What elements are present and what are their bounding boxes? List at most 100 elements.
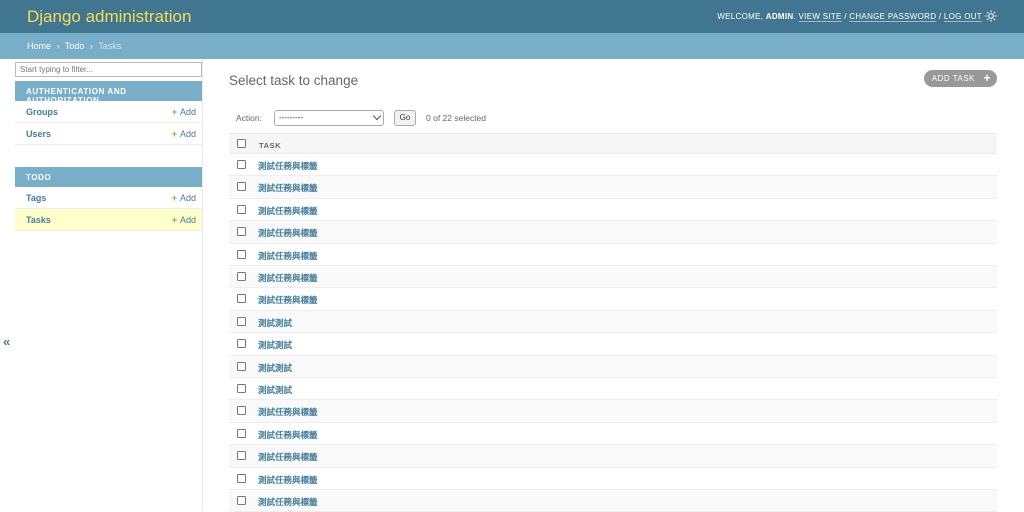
table-header: TASK xyxy=(229,133,997,154)
breadcrumb-separator: › xyxy=(89,41,93,51)
task-link[interactable]: 測試任務與標籤 xyxy=(258,182,318,194)
sidebar-item-users[interactable]: Users + Add xyxy=(15,123,202,145)
table-row: 測試任務與標籤 xyxy=(229,199,997,222)
app-caption-todo[interactable]: TODO xyxy=(15,167,202,187)
task-link[interactable]: 測試任務與標籤 xyxy=(258,474,318,486)
row-checkbox[interactable] xyxy=(237,160,246,169)
sidebar-nav: AUTHENTICATION AND AUTHORIZATION Groups … xyxy=(0,59,203,511)
welcome-text: WELCOME, xyxy=(717,12,766,21)
task-link[interactable]: 測試任務與標籤 xyxy=(258,160,318,172)
header: Django administration WELCOME, ADMIN. VI… xyxy=(0,0,1024,33)
action-select[interactable]: --------- xyxy=(274,110,384,126)
table-row: 測試任務與標籤 xyxy=(229,266,997,289)
task-link[interactable]: 測試任務與標籤 xyxy=(258,496,318,508)
plus-icon: + xyxy=(171,129,177,139)
plus-icon: + xyxy=(983,71,991,85)
action-label: Action: xyxy=(236,113,262,123)
row-checkbox[interactable] xyxy=(237,227,246,237)
add-users-link[interactable]: + Add xyxy=(172,129,196,139)
table-row: 測試任務與標籤 xyxy=(229,423,997,446)
plus-icon: + xyxy=(171,193,177,203)
table-row: 測試任務與標籤 xyxy=(229,221,997,244)
table-row: 測試測試 xyxy=(229,333,997,356)
add-groups-link[interactable]: + Add xyxy=(172,107,196,117)
task-link[interactable]: 測試任務與標籤 xyxy=(258,294,318,306)
select-all-checkbox[interactable] xyxy=(237,139,246,148)
task-link[interactable]: 測試任務與標籤 xyxy=(258,429,318,441)
welcome-suffix: . xyxy=(793,12,797,21)
row-checkbox[interactable] xyxy=(237,249,246,259)
row-checkbox[interactable] xyxy=(237,451,246,461)
breadcrumb-home[interactable]: Home xyxy=(27,41,51,51)
table-row: 測試任務與標籤 xyxy=(229,468,997,490)
table-row: 測試任務與標籤 xyxy=(229,445,997,468)
row-checkbox[interactable] xyxy=(237,294,246,304)
sidebar-item-groups[interactable]: Groups + Add xyxy=(15,101,202,123)
site-name[interactable]: Django administration xyxy=(27,7,191,27)
row-checkbox[interactable] xyxy=(237,428,246,438)
sidebar-collapse-icon[interactable]: « xyxy=(3,334,10,349)
chevron-down-icon xyxy=(372,111,382,121)
row-checkbox[interactable] xyxy=(237,473,246,483)
table-row: 測試任務與標籤 xyxy=(229,288,997,311)
user-tools: WELCOME, ADMIN. VIEW SITE / CHANGE PASSW… xyxy=(717,12,982,21)
add-label: Add xyxy=(179,193,196,203)
selected-count: 0 of 22 selected xyxy=(426,113,487,123)
row-checkbox[interactable] xyxy=(237,182,246,192)
row-checkbox[interactable] xyxy=(237,316,246,326)
table-row: 測試任務與標籤 xyxy=(229,176,997,199)
task-link[interactable]: 測試任務與標籤 xyxy=(258,272,318,284)
table-row: 測試測試 xyxy=(229,378,997,401)
task-link[interactable]: 測試任務與標籤 xyxy=(258,205,318,217)
view-site-link[interactable]: VIEW SITE xyxy=(799,12,842,21)
change-password-link[interactable]: CHANGE PASSWORD xyxy=(849,12,936,21)
nav-filter-input[interactable] xyxy=(15,62,202,77)
model-name[interactable]: Users xyxy=(26,129,51,139)
table-row: 測試任務與標籤 xyxy=(229,490,997,512)
table-row: 測試測試 xyxy=(229,355,997,378)
row-checkbox[interactable] xyxy=(237,272,246,281)
action-selected-value: --------- xyxy=(279,113,303,122)
log-out-link[interactable]: LOG OUT xyxy=(944,12,982,21)
breadcrumb-separator: › xyxy=(56,41,60,51)
add-label: Add xyxy=(179,129,196,139)
task-link[interactable]: 測試測試 xyxy=(258,317,292,329)
breadcrumb-current: Tasks xyxy=(98,41,122,51)
app-caption-auth[interactable]: AUTHENTICATION AND AUTHORIZATION xyxy=(15,81,202,105)
username: ADMIN xyxy=(765,12,794,21)
model-name[interactable]: Groups xyxy=(26,107,58,117)
task-link[interactable]: 測試測試 xyxy=(258,384,292,396)
add-task-button[interactable]: ADD TASK + xyxy=(923,70,997,87)
add-label: Add xyxy=(179,107,196,117)
model-name[interactable]: Tags xyxy=(26,193,46,203)
row-checkbox[interactable] xyxy=(237,204,246,214)
add-label: Add xyxy=(179,215,196,225)
row-checkbox[interactable] xyxy=(237,406,246,416)
plus-icon: + xyxy=(171,215,177,225)
task-link[interactable]: 測試測試 xyxy=(258,362,292,374)
plus-icon: + xyxy=(171,107,177,117)
column-header-task[interactable]: TASK xyxy=(259,141,281,150)
separator: / xyxy=(936,12,944,21)
add-tasks-link[interactable]: + Add xyxy=(172,215,196,225)
sidebar-item-tags[interactable]: Tags + Add xyxy=(15,187,202,209)
row-checkbox[interactable] xyxy=(237,361,246,371)
table-row: 測試任務與標籤 xyxy=(229,154,997,177)
task-link[interactable]: 測試任務與標籤 xyxy=(258,250,318,262)
sun-icon[interactable] xyxy=(985,10,997,22)
row-checkbox[interactable] xyxy=(237,496,246,505)
breadcrumb-app[interactable]: Todo xyxy=(65,41,85,51)
model-name[interactable]: Tasks xyxy=(26,215,51,225)
add-task-label: ADD TASK xyxy=(931,74,975,83)
task-link[interactable]: 測試任務與標籤 xyxy=(258,451,318,463)
table-row: 測試任務與標籤 xyxy=(229,244,997,266)
task-link[interactable]: 測試任務與標籤 xyxy=(258,406,318,418)
task-link[interactable]: 測試測試 xyxy=(258,339,292,351)
go-button[interactable]: Go xyxy=(394,110,416,126)
sidebar-item-tasks[interactable]: Tasks + Add xyxy=(15,209,202,231)
row-checkbox[interactable] xyxy=(237,339,246,349)
add-tags-link[interactable]: + Add xyxy=(172,193,196,203)
actions-bar: Action: --------- Go 0 of 22 selected xyxy=(236,110,996,126)
task-link[interactable]: 測試任務與標籤 xyxy=(258,227,318,239)
row-checkbox[interactable] xyxy=(237,384,246,393)
